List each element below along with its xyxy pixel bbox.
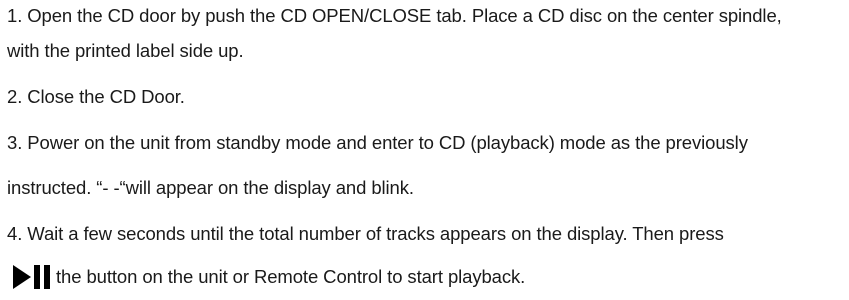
play-pause-icon	[12, 264, 54, 290]
step-4-line-2-container: the button on the unit or Remote Control…	[12, 264, 525, 290]
step-1-line-1: 1. Open the CD door by push the CD OPEN/…	[7, 5, 782, 26]
step-3-line-2: instructed. “- -“will appear on the disp…	[7, 177, 414, 198]
step-2: 2. Close the CD Door.	[7, 86, 185, 107]
instruction-document: 1. Open the CD door by push the CD OPEN/…	[0, 0, 849, 300]
step-1-line-2: with the printed label side up.	[7, 40, 244, 61]
step-4-line-1: 4. Wait a few seconds until the total nu…	[7, 223, 724, 244]
step-3-line-1: 3. Power on the unit from standby mode a…	[7, 132, 748, 153]
step-4-line-2: the button on the unit or Remote Control…	[56, 266, 526, 287]
